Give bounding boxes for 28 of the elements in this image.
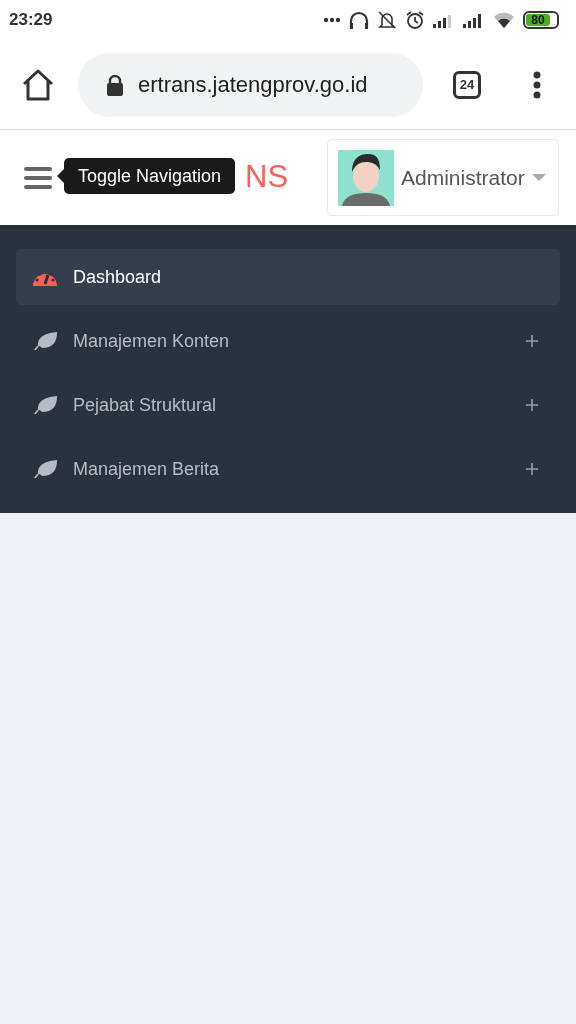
address-bar[interactable]: ertrans.jatengprov.go.id	[78, 52, 423, 117]
wifi-icon	[493, 12, 515, 28]
tab-count-button[interactable]: 24	[453, 70, 481, 99]
url-text: ertrans.jatengprov.go.id	[138, 71, 368, 99]
sidebar-item[interactable]: Manajemen Berita	[16, 441, 560, 497]
sidebar-item[interactable]: Pejabat Struktural	[16, 377, 560, 433]
leaf-icon	[32, 459, 58, 479]
more-icon	[323, 17, 341, 23]
logo-text: NS	[245, 158, 289, 197]
leaf-icon	[32, 395, 58, 415]
hamburger-menu-button[interactable]	[24, 166, 52, 189]
home-icon[interactable]	[20, 67, 56, 102]
muted-bell-icon	[377, 10, 397, 30]
headphones-icon	[349, 11, 369, 29]
menu-icon[interactable]	[533, 70, 541, 99]
sidebar-item[interactable]: Manajemen Konten	[16, 313, 560, 369]
battery-icon: 80	[523, 11, 559, 29]
clock-time: 23:29	[9, 9, 53, 32]
user-menu[interactable]: Administrator	[327, 139, 559, 216]
alarm-icon	[405, 10, 425, 30]
caret-icon	[531, 173, 546, 182]
username-text: Administrator	[401, 164, 525, 191]
avatar	[338, 149, 394, 206]
leaf-icon	[32, 331, 58, 351]
tooltip-pointer-icon	[57, 169, 64, 183]
sidebar-item[interactable]: Dashboard	[16, 249, 560, 305]
tooltip: Toggle Navigation	[64, 158, 236, 194]
lock-icon	[106, 73, 124, 96]
